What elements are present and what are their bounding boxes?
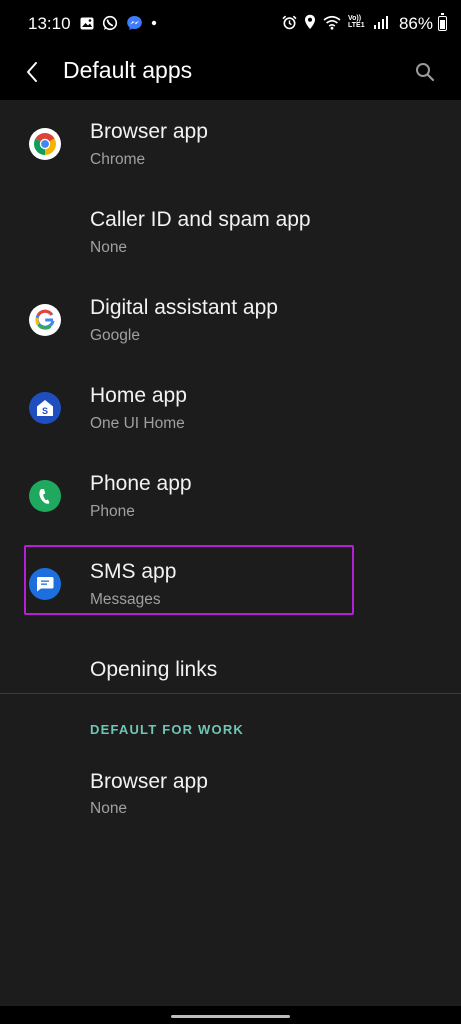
chrome-icon: [29, 128, 61, 160]
item-label: Caller ID and spam app: [90, 208, 311, 231]
alarm-icon: [282, 15, 297, 29]
page-title: Default apps: [63, 57, 193, 83]
location-icon: [305, 14, 315, 29]
list-item-caller-id-app[interactable]: Caller ID and spam app None: [0, 188, 461, 276]
volte-icon: Vo)) LTE1: [348, 15, 365, 29]
whatsapp-icon: [102, 15, 118, 31]
item-value: Chrome: [90, 151, 146, 168]
item-label: SMS app: [90, 560, 177, 583]
signal-icon: [374, 15, 388, 29]
list-item-sms-app[interactable]: SMS app Messages: [0, 540, 461, 628]
item-value: None: [90, 800, 128, 817]
dot-icon: [151, 20, 157, 26]
phone-icon: [29, 480, 61, 512]
google-icon: [29, 304, 61, 336]
item-label: Browser app: [90, 120, 208, 143]
divider: [0, 693, 461, 694]
messenger-icon: [127, 16, 142, 30]
default-apps-list: Browser app Chrome Caller ID and spam ap…: [0, 100, 461, 716]
item-value: Messages: [90, 591, 161, 608]
item-label: Home app: [90, 384, 187, 407]
back-button[interactable]: [14, 54, 50, 90]
wifi-icon: [323, 15, 341, 30]
messages-icon: [29, 568, 61, 600]
item-value: One UI Home: [90, 415, 185, 432]
home-gesture-handle[interactable]: [171, 1015, 290, 1018]
item-value: None: [90, 239, 128, 256]
gallery-icon: [80, 17, 94, 29]
list-item-work-browser-app[interactable]: Browser app None: [0, 748, 461, 836]
search-button[interactable]: [407, 54, 443, 90]
list-item-phone-app[interactable]: Phone app Phone: [0, 452, 461, 540]
item-label: Browser app: [90, 770, 208, 793]
battery-icon: [438, 13, 447, 31]
one-ui-home-icon: S: [29, 392, 61, 424]
item-value: Google: [90, 327, 140, 344]
battery-percent: 86%: [398, 14, 433, 33]
item-value: Phone: [90, 503, 135, 520]
list-item-opening-links[interactable]: Opening links: [0, 628, 461, 716]
status-bar: 13:10 Vo)) LTE1 86%: [0, 0, 461, 44]
list-item-digital-assistant-app[interactable]: Digital assistant app Google: [0, 276, 461, 364]
search-icon: [416, 63, 435, 82]
item-label: Opening links: [90, 658, 218, 681]
back-arrow-icon: [27, 62, 37, 82]
navigation-bar: [0, 1006, 461, 1024]
notification-icons: [80, 15, 157, 31]
system-icons: Vo)) LTE1: [282, 14, 389, 30]
app-bar: Default apps: [0, 44, 461, 100]
item-label: Digital assistant app: [90, 296, 278, 319]
item-label: Phone app: [90, 472, 192, 495]
list-item-browser-app[interactable]: Browser app Chrome: [0, 100, 461, 188]
svg-text:S: S: [42, 406, 48, 416]
status-time: 13:10: [28, 14, 71, 33]
list-item-home-app[interactable]: S Home app One UI Home: [0, 364, 461, 452]
section-header-default-for-work: DEFAULT FOR WORK: [90, 722, 244, 737]
